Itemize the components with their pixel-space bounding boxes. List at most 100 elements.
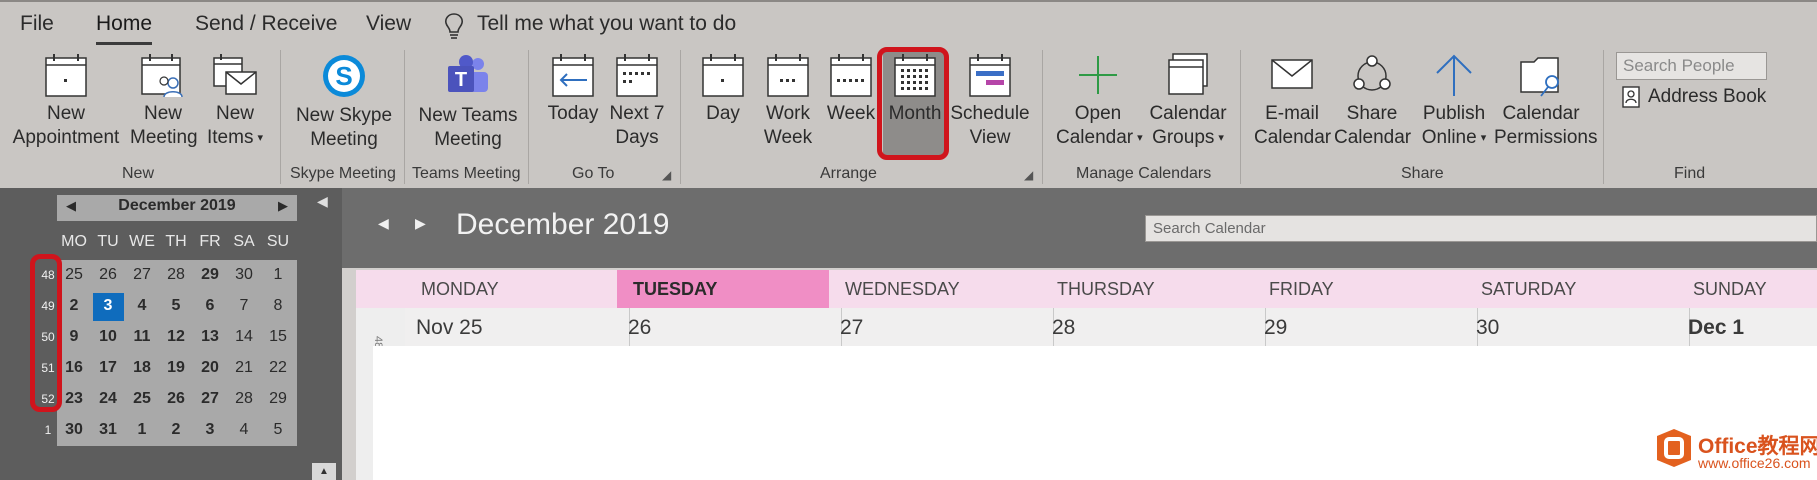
dialog-launcher-icon[interactable]: ◢ [1024,168,1033,182]
date-cell-label[interactable]: 27 [840,316,863,340]
mini-calendar-day[interactable]: 5 [261,421,295,439]
mini-calendar-day[interactable]: 11 [125,328,159,346]
week-view-button[interactable]: Week [822,52,880,126]
publish-online-button[interactable]: Publish Online ▾ [1414,52,1494,150]
schedule-view-label-2: View [969,127,1011,148]
new-appointment-button[interactable]: New Appointment [10,52,122,150]
menu-view[interactable]: View [366,12,411,36]
svg-text:S: S [335,61,352,91]
mini-calendar-day[interactable]: 4 [125,297,159,315]
new-skype-meeting-button[interactable]: S New Skype Meeting [294,52,394,152]
mini-calendar-day[interactable]: 27 [193,390,227,408]
mini-calendar-day[interactable]: 3 [193,421,227,439]
address-book-button[interactable]: Address Book [1648,86,1766,108]
mini-calendar-day[interactable]: 10 [91,328,125,346]
mini-calendar-day[interactable]: 20 [193,359,227,377]
date-cell-label[interactable]: Nov 25 [416,316,483,340]
search-calendar-input[interactable]: Search Calendar [1145,215,1817,242]
mini-calendar-day[interactable]: 27 [125,266,159,284]
schedule-view-button[interactable]: Schedule View [950,52,1030,150]
calendar-permissions-button[interactable]: Calendar Permissions [1494,52,1597,150]
next-month-icon[interactable]: ▶ [415,215,426,232]
mini-calendar-day[interactable]: 2 [57,297,91,315]
dropdown-caret-icon: ▾ [1480,132,1487,144]
mini-calendar-day[interactable]: 25 [125,390,159,408]
menu-file[interactable]: File [20,12,54,36]
mini-calendar-day[interactable]: 30 [57,421,91,439]
day-header: MONDAY [421,279,499,299]
new-items-label-2: Items [207,127,254,149]
new-meeting-label-2: Meeting [130,127,198,148]
date-cell-label[interactable]: 26 [628,316,651,340]
new-items-button[interactable]: New Items ▾ [204,52,266,150]
calendar-groups-label-1: Calendar [1149,103,1227,124]
prev-month-icon[interactable]: ◀ [378,215,389,232]
email-calendar-label-2: Calendar [1254,127,1332,148]
calendar-icon [45,54,87,97]
mini-calendar-day[interactable]: 14 [227,328,261,346]
date-cell-label[interactable]: 30 [1476,316,1499,340]
mini-next-month-icon[interactable]: ▶ [278,198,288,214]
dialog-launcher-icon[interactable]: ◢ [662,168,671,182]
date-cell-label[interactable]: 29 [1264,316,1287,340]
day-view-button[interactable]: Day [694,52,752,126]
scroll-up-icon[interactable]: ▲ [312,463,336,480]
mini-calendar-grid [57,260,297,446]
email-calendar-button[interactable]: E-mail Calendar [1254,52,1332,150]
mini-calendar-day[interactable]: 28 [227,390,261,408]
share-calendar-button[interactable]: Share Calendar [1334,52,1411,150]
day-header: TUESDAY [617,270,829,308]
mini-calendar-day[interactable]: 4 [227,421,261,439]
today-button[interactable]: Today [542,52,604,126]
mini-calendar-day[interactable]: 13 [193,328,227,346]
mini-calendar-day[interactable]: 6 [193,297,227,315]
mini-calendar-day[interactable]: 29 [193,266,227,284]
mini-calendar-day[interactable]: 26 [159,390,193,408]
mini-calendar-day[interactable]: 29 [261,390,295,408]
tell-me-search[interactable]: Tell me what you want to do [477,12,736,36]
search-people-input[interactable]: Search People [1616,52,1767,80]
mini-calendar-day[interactable]: 19 [159,359,193,377]
mini-calendar-day[interactable]: 17 [91,359,125,377]
new-teams-meeting-button[interactable]: T New Teams Meeting [418,52,518,152]
menu-send-receive[interactable]: Send / Receive [195,12,337,36]
dropdown-caret-icon: ▾ [1218,132,1224,144]
mini-calendar-day[interactable]: 22 [261,359,295,377]
next-7-days-button[interactable]: Next 7 Days [606,52,668,150]
menu-home[interactable]: Home [96,12,152,36]
mini-calendar-day[interactable]: 21 [227,359,261,377]
mini-calendar-day[interactable]: 25 [57,266,91,284]
calendar-groups-button[interactable]: Calendar Groups ▾ [1148,52,1228,150]
skype-label-1: New Skype [295,105,393,126]
group-label-new: New [122,165,155,182]
mini-calendar-day[interactable]: 23 [57,390,91,408]
mini-calendar-day[interactable]: 5 [159,297,193,315]
mini-calendar-day[interactable]: 28 [159,266,193,284]
mini-calendar-day[interactable]: 16 [57,359,91,377]
mini-calendar-day[interactable]: 30 [227,266,261,284]
new-meeting-button[interactable]: New Meeting [130,52,198,150]
mini-calendar-day[interactable]: 9 [57,328,91,346]
work-week-button[interactable]: Work Week [758,52,818,150]
mini-calendar-day[interactable]: 12 [159,328,193,346]
mini-calendar-day[interactable]: 15 [261,328,295,346]
mini-calendar-day[interactable]: 2 [159,421,193,439]
mini-calendar-day[interactable]: 3 [91,297,125,315]
mini-calendar-day[interactable]: 31 [91,421,125,439]
collapse-pane-icon[interactable]: ◀ [317,193,328,210]
work-week-label-1: Work [766,103,810,124]
date-cell-label[interactable]: 28 [1052,316,1075,340]
calendar-body[interactable] [373,346,1817,480]
mini-calendar-day[interactable]: 8 [261,297,295,315]
mini-calendar-day[interactable]: 7 [227,297,261,315]
mini-calendar-day[interactable]: 18 [125,359,159,377]
mini-calendar-day[interactable]: 26 [91,266,125,284]
mini-calendar-day[interactable]: 1 [125,421,159,439]
mini-calendar-day[interactable]: 24 [91,390,125,408]
mini-calendar-day[interactable]: 1 [261,266,295,284]
dropdown-caret-icon: ▾ [257,132,263,144]
today-label: Today [547,103,599,124]
share-calendar-label-1: Share [1346,103,1398,124]
open-calendar-button[interactable]: Open Calendar ▾ [1056,52,1143,150]
date-cell-label[interactable]: Dec 1 [1688,316,1744,340]
